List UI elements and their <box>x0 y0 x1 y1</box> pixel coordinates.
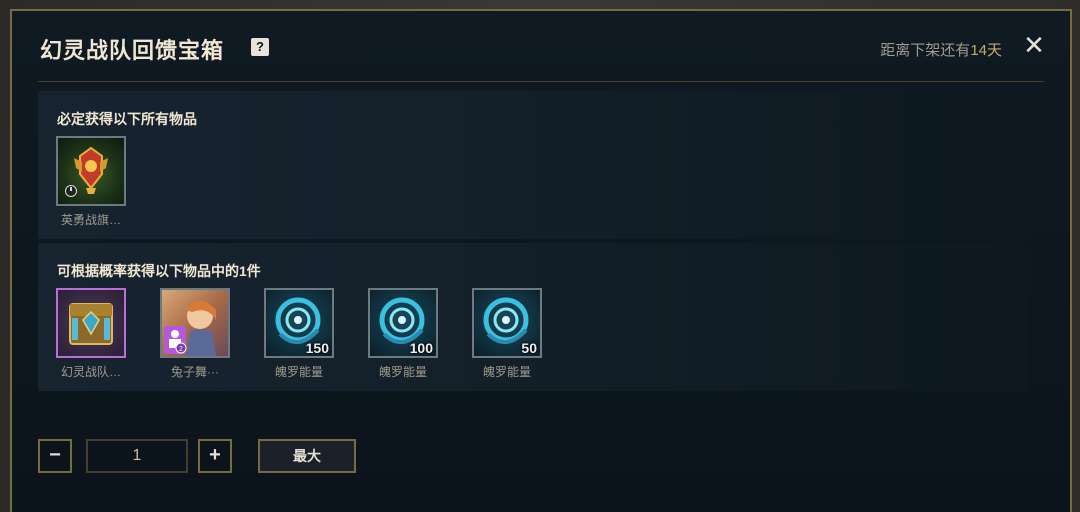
guaranteed-heading: 必定获得以下所有物品 <box>57 111 197 127</box>
increment-button[interactable]: + <box>198 439 232 473</box>
item-label: 魄罗能量 <box>378 365 427 379</box>
poro-energy-thumbnail: 50 <box>472 288 542 358</box>
item-label: 英勇战旗… <box>60 213 121 227</box>
countdown-text: 距离下架还有14天 <box>880 39 1002 60</box>
banner-thumbnail <box>56 136 126 206</box>
emote-thumbnail: 2 <box>160 288 230 358</box>
item-quantity: 100 <box>409 340 433 356</box>
random-heading: 可根据概率获得以下物品中的1件 <box>57 263 261 279</box>
close-icon[interactable]: ✕ <box>1022 32 1046 58</box>
help-icon[interactable]: ? <box>251 38 269 56</box>
chest-icon <box>69 303 113 345</box>
poro-energy-thumbnail: 150 <box>264 288 334 358</box>
chest-dialog: 幻灵战队回馈宝箱 ? 距离下架还有14天 ✕ 必定获得以下所有物品 英勇战旗… … <box>10 9 1072 512</box>
countdown-days: 14天 <box>970 42 1002 59</box>
max-button[interactable]: 最大 <box>258 439 356 473</box>
item-quantity: 50 <box>521 340 537 356</box>
reward-item-poro-100[interactable]: 100 魄罗能量 <box>367 288 439 380</box>
item-label: 魄罗能量 <box>274 365 323 379</box>
item-quantity: 150 <box>305 340 329 356</box>
random-panel: 可根据概率获得以下物品中的1件 幻灵战队… 2 兔子舞··· 150 魄罗能量 … <box>38 243 1030 391</box>
champion-portrait-icon: 2 <box>164 301 216 356</box>
chest-thumbnail <box>56 288 126 358</box>
title-divider <box>38 81 1044 82</box>
item-label: 幻灵战队… <box>60 365 121 379</box>
reward-item-poro-50[interactable]: 50 魄罗能量 <box>471 288 543 380</box>
dialog-title: 幻灵战队回馈宝箱 <box>40 38 225 63</box>
item-label: 兔子舞··· <box>171 365 219 379</box>
clock-icon <box>65 185 77 197</box>
countdown-prefix: 距离下架还有 <box>880 42 971 59</box>
reward-item-banner[interactable]: 英勇战旗… <box>55 136 127 228</box>
reward-item-chest[interactable]: 幻灵战队… <box>55 288 127 380</box>
reward-item-emote[interactable]: 2 兔子舞··· <box>159 288 231 380</box>
guaranteed-panel: 必定获得以下所有物品 英勇战旗… <box>38 91 1030 239</box>
decrement-button[interactable]: − <box>38 439 72 473</box>
item-label: 魄罗能量 <box>482 365 531 379</box>
poro-energy-thumbnail: 100 <box>368 288 438 358</box>
quantity-input[interactable]: 1 <box>86 439 188 473</box>
reward-item-poro-150[interactable]: 150 魄罗能量 <box>263 288 335 380</box>
svg-text:2: 2 <box>179 346 183 353</box>
